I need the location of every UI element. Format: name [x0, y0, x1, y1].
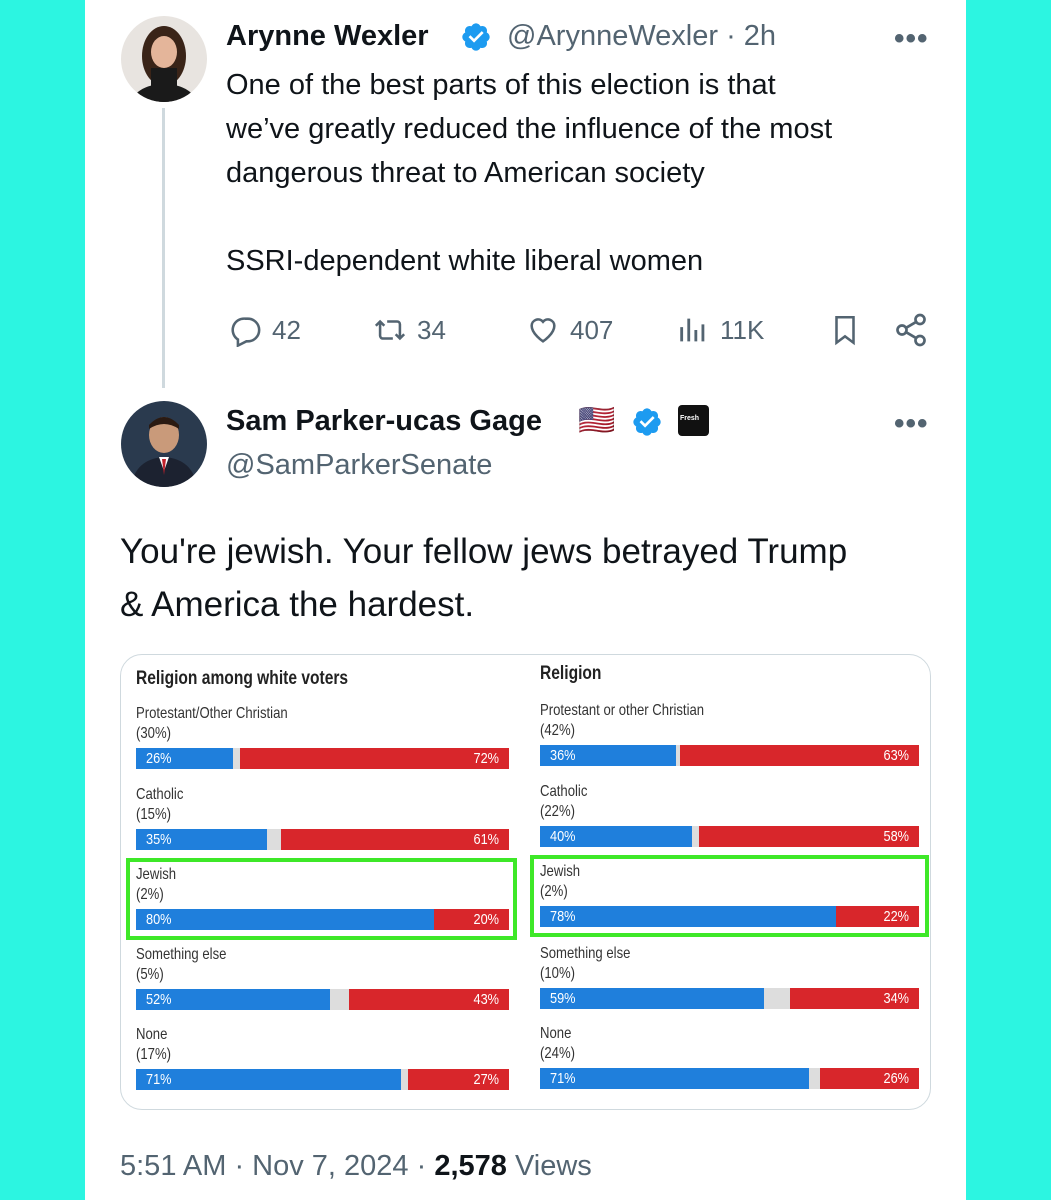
- affiliate-badge-logo[interactable]: Fresh: [678, 405, 709, 436]
- stacked-bar: 40% 58%: [540, 826, 919, 847]
- reply-button[interactable]: 42: [228, 310, 301, 350]
- data-label-dem: 35%: [146, 831, 172, 848]
- stacked-bar: 35% 61%: [136, 829, 509, 850]
- more-options-button[interactable]: •••: [894, 22, 929, 56]
- verified-badge-icon: [633, 408, 661, 436]
- data-label-rep: 27%: [473, 1071, 499, 1088]
- data-label-dem: 52%: [146, 991, 172, 1008]
- stacked-bar: 52% 43%: [136, 989, 509, 1010]
- data-label-rep: 61%: [473, 831, 499, 848]
- reply-count: 42: [272, 314, 301, 345]
- data-label-dem: 71%: [146, 1071, 172, 1088]
- stacked-bar: 36% 63%: [540, 745, 919, 766]
- heart-icon: [530, 318, 556, 343]
- category-share: (10%): [540, 965, 576, 982]
- highlight-box: [530, 855, 929, 937]
- category-share: (42%): [540, 722, 576, 739]
- like-button[interactable]: 407: [526, 310, 613, 350]
- bar-segment-dem: [136, 1069, 401, 1090]
- author-name[interactable]: Sam Parker-ucas Gage: [226, 405, 542, 438]
- data-label-dem: 40%: [550, 828, 576, 845]
- affiliate-badge-text: Fresh: [680, 415, 700, 422]
- reply-icon: [231, 317, 261, 347]
- timestamp[interactable]: 5:51 AM · Nov 7, 2024 ·: [120, 1150, 434, 1182]
- category-share: (24%): [540, 1045, 576, 1062]
- category-share: (22%): [540, 803, 576, 820]
- share-icon[interactable]: [893, 312, 929, 348]
- data-label-rep: 63%: [883, 747, 909, 764]
- author-handle[interactable]: @SamParkerSenate: [226, 449, 492, 482]
- stacked-bar: 71% 26%: [540, 1068, 919, 1089]
- data-label-rep: 72%: [473, 750, 499, 767]
- data-label-dem: 71%: [550, 1070, 576, 1087]
- category-label: Catholic: [136, 786, 184, 803]
- highlight-box: [126, 858, 517, 940]
- category-share: (5%): [136, 966, 164, 983]
- data-label-rep: 43%: [473, 991, 499, 1008]
- more-options-button[interactable]: •••: [894, 407, 929, 441]
- stacked-bar: 59% 34%: [540, 988, 919, 1009]
- data-label-dem: 26%: [146, 750, 172, 767]
- views-count: 2,578: [434, 1150, 507, 1182]
- bar-segment-dem: [540, 1068, 810, 1089]
- repost-icon: [374, 319, 406, 341]
- repost-count: 34: [417, 314, 446, 345]
- tweet-timestamp-views: 5:51 AM · Nov 7, 2024 · 2,578 Views: [120, 1150, 592, 1183]
- category-label: None: [136, 1026, 168, 1043]
- avatar-sam-parker[interactable]: [121, 401, 207, 487]
- category-share: (30%): [136, 725, 172, 742]
- like-count: 407: [570, 314, 614, 345]
- tweet-text: One of the best parts of this election i…: [226, 69, 833, 277]
- data-label-dem: 36%: [550, 747, 576, 764]
- bar-segment-rep: [240, 748, 509, 769]
- category-label: Protestant/Other Christian: [136, 705, 288, 722]
- thread-connector-line: [162, 108, 165, 388]
- chart-title: Religion among white voters: [136, 668, 349, 689]
- stacked-bar: 71% 27%: [136, 1069, 509, 1090]
- author-name[interactable]: Arynne Wexler: [226, 20, 429, 53]
- bookmark-icon[interactable]: [828, 312, 862, 348]
- author-handle[interactable]: @ArynneWexler · 2h: [507, 20, 776, 53]
- category-share: (15%): [136, 806, 172, 823]
- us-flag-icon: 🇺🇸: [578, 404, 616, 437]
- views-count: 11K: [720, 314, 765, 345]
- verified-badge-icon: [462, 23, 490, 51]
- data-label-dem: 59%: [550, 990, 576, 1007]
- avatar-arynne-wexler[interactable]: [121, 16, 207, 102]
- data-label-rep: 34%: [883, 990, 909, 1007]
- category-label: None: [540, 1025, 572, 1042]
- data-label-rep: 26%: [883, 1070, 909, 1087]
- category-label: Catholic: [540, 783, 588, 800]
- category-label: Something else: [540, 945, 631, 962]
- data-label-rep: 58%: [883, 828, 909, 845]
- category-share: (17%): [136, 1046, 172, 1063]
- stacked-bar: 26% 72%: [136, 748, 509, 769]
- category-label: Protestant or other Christian: [540, 702, 705, 719]
- views-chart-icon: [680, 318, 705, 342]
- reply-text: You're jewish. Your fellow jews betrayed…: [120, 532, 848, 624]
- views-label: Views: [506, 1150, 592, 1182]
- category-label: Something else: [136, 946, 227, 963]
- repost-button[interactable]: 34: [373, 310, 446, 350]
- chart-title: Religion: [540, 663, 602, 684]
- views-button[interactable]: 11K: [676, 310, 764, 350]
